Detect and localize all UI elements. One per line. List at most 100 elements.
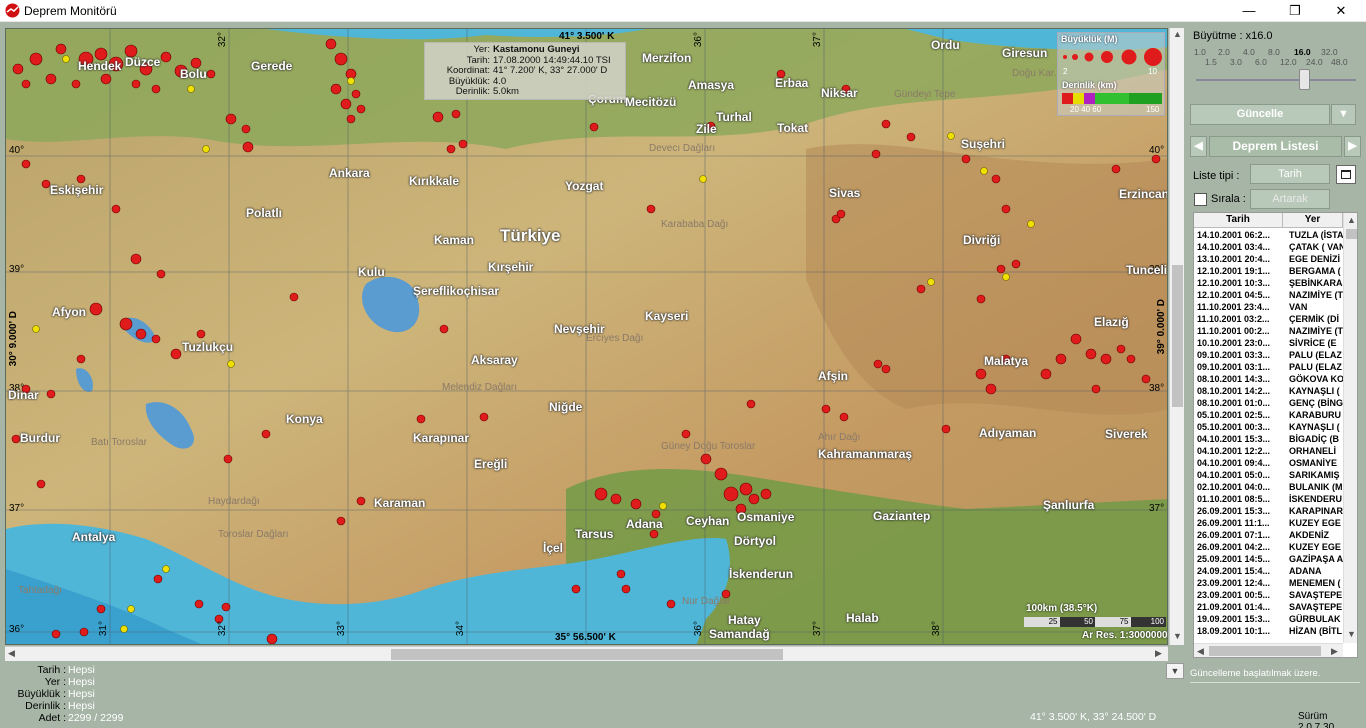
city-label: Giresun xyxy=(1002,46,1048,60)
list-item-place: EGE DENİZİ xyxy=(1289,254,1341,264)
terrain-label: Nur Dağlar xyxy=(682,596,731,607)
list-item[interactable]: 18.09.2001 10:1... HİZAN (BİTL xyxy=(1194,625,1343,637)
list-item[interactable]: 26.09.2001 07:1... AKDENİZ xyxy=(1194,529,1343,541)
lat-label: 40° xyxy=(9,145,25,156)
list-item[interactable]: 14.10.2001 03:4... ÇATAK ( VAN xyxy=(1194,241,1343,253)
close-button[interactable]: ✕ xyxy=(1318,0,1364,22)
sort-order-button[interactable]: Artarak xyxy=(1250,189,1330,209)
list-item[interactable]: 04.10.2001 15:3... BİGADİÇ (B xyxy=(1194,433,1343,445)
update-dropdown-button[interactable]: ▼ xyxy=(1331,104,1356,125)
column-header-date[interactable]: Tarih xyxy=(1194,213,1283,227)
list-item-place: ORHANELİ xyxy=(1289,446,1336,456)
list-item-place: TUZLA (İSTA xyxy=(1289,230,1343,240)
list-item[interactable]: 04.10.2001 12:2... ORHANELİ xyxy=(1194,445,1343,457)
earthquake-map[interactable]: 41° 3.500' K 35° 56.500' K 30° 9.000' D … xyxy=(5,28,1168,645)
list-type-button[interactable]: Tarih xyxy=(1250,164,1330,184)
window-title: Deprem Monitörü xyxy=(24,4,117,18)
city-label: Mecitözü xyxy=(625,95,677,109)
list-item-date: 25.09.2001 14:5... xyxy=(1197,554,1271,564)
list-item[interactable]: 25.09.2001 14:5... GAZİPAŞA A xyxy=(1194,553,1343,565)
zoom-slider-track[interactable] xyxy=(1196,79,1356,81)
scroll-thumb[interactable] xyxy=(1209,646,1321,656)
list-item[interactable]: 23.09.2001 12:4... MENEMEN ( xyxy=(1194,577,1343,589)
list-vertical-scrollbar[interactable]: ▲ ▼ xyxy=(1343,213,1357,643)
list-item[interactable]: 11.10.2001 00:2... NAZIMİYE (T xyxy=(1194,325,1343,337)
scroll-thumb[interactable] xyxy=(1172,265,1183,407)
scroll-left-icon[interactable]: ◀ xyxy=(1197,646,1204,657)
lon-label: 33° xyxy=(336,621,347,637)
scroll-down-icon[interactable]: ▼ xyxy=(1347,629,1356,639)
list-item-place: ŞEBİNKARA xyxy=(1289,278,1343,288)
list-item[interactable]: 11.10.2001 23:4... VAN xyxy=(1194,301,1343,313)
maximize-button[interactable]: ❐ xyxy=(1272,0,1318,22)
list-item[interactable]: 08.10.2001 14:2... KAYNAŞLI ( xyxy=(1194,385,1343,397)
list-item[interactable]: 12.10.2001 10:3... ŞEBİNKARA xyxy=(1194,277,1343,289)
city-label: Turhal xyxy=(716,110,752,124)
list-item[interactable]: 14.10.2001 06:2... TUZLA (İSTA xyxy=(1194,229,1343,241)
list-item[interactable]: 05.10.2001 00:3... KAYNAŞLI ( xyxy=(1194,421,1343,433)
city-label: Afşin xyxy=(818,369,848,383)
city-label: Karaman xyxy=(374,496,426,510)
update-button[interactable]: Güncelle xyxy=(1190,104,1330,125)
list-item-date: 11.10.2001 03:2... xyxy=(1197,314,1270,324)
column-header-place[interactable]: Yer xyxy=(1283,213,1343,227)
window-icon[interactable] xyxy=(1336,165,1356,184)
scroll-up-icon[interactable]: ▲ xyxy=(1347,215,1356,225)
list-item[interactable]: 23.09.2001 00:5... SAVAŞTEPE xyxy=(1194,589,1343,601)
list-item[interactable]: 02.10.2001 04:0... BULANIK (M xyxy=(1194,481,1343,493)
sort-checkbox[interactable] xyxy=(1194,193,1207,206)
lon-label: 37° xyxy=(812,621,823,637)
earthquake-list[interactable]: Tarih Yer 14.10.2001 06:2... TUZLA (İSTA 1… xyxy=(1193,212,1358,658)
tab-earthquake-list[interactable]: Deprem Listesi xyxy=(1209,136,1342,157)
city-label: Niksar xyxy=(821,86,858,100)
tab-prev-button[interactable]: ◀ xyxy=(1190,136,1207,157)
list-item[interactable]: 24.09.2001 15:4... ADANA xyxy=(1194,565,1343,577)
scroll-up-icon[interactable]: ▲ xyxy=(1173,29,1182,39)
list-item[interactable]: 26.09.2001 04:2... KUZEY EGE xyxy=(1194,541,1343,553)
filter-dropdown-button[interactable]: ▼ xyxy=(1166,663,1184,679)
scroll-down-icon[interactable]: ▼ xyxy=(1173,631,1182,641)
city-label: Merzifon xyxy=(642,51,692,65)
scroll-left-icon[interactable]: ◀ xyxy=(8,648,15,659)
list-item-place: KAYNAŞLI ( xyxy=(1289,386,1340,396)
list-item[interactable]: 13.10.2001 20:4... EGE DENİZİ xyxy=(1194,253,1343,265)
lat-label: 40° xyxy=(1149,145,1165,156)
city-label: Antalya xyxy=(72,530,116,544)
tab-next-button[interactable]: ▶ xyxy=(1344,136,1361,157)
zoom-tick-selected: 16.0 xyxy=(1294,47,1311,57)
list-item[interactable]: 04.10.2001 09:4... OSMANİYE xyxy=(1194,457,1343,469)
list-item[interactable]: 19.09.2001 15:3... GÜRBULAK xyxy=(1194,613,1343,625)
list-item[interactable]: 01.10.2001 08:5... İSKENDERU xyxy=(1194,493,1343,505)
list-item-place: KUZEY EGE xyxy=(1289,542,1341,552)
list-item[interactable]: 26.09.2001 15:3... KARAPINAR xyxy=(1194,505,1343,517)
list-item[interactable]: 11.10.2001 03:2... ÇERMİK (Dİ xyxy=(1194,313,1343,325)
scale-bar: 25 50 75 100 xyxy=(1024,617,1166,627)
map-horizontal-scrollbar[interactable]: ◀ ▶ xyxy=(5,646,1168,661)
magnitude-legend-max: 10 xyxy=(1148,67,1157,76)
minimize-button[interactable]: — xyxy=(1226,0,1272,22)
zoom-slider-thumb[interactable] xyxy=(1299,69,1310,90)
list-item[interactable]: 08.10.2001 14:3... GÖKOVA KO xyxy=(1194,373,1343,385)
filter-place-label: Yer : xyxy=(44,676,66,688)
list-item[interactable]: 09.10.2001 03:1... PALU (ELAZ xyxy=(1194,361,1343,373)
list-item[interactable]: 26.09.2001 11:1... KUZEY EGE xyxy=(1194,517,1343,529)
list-item[interactable]: 12.10.2001 04:5... NAZIMİYE (T xyxy=(1194,289,1343,301)
city-label: Yozgat xyxy=(565,179,604,193)
lon-label: 36° xyxy=(693,32,704,48)
scroll-thumb[interactable] xyxy=(391,649,783,660)
list-item[interactable]: 09.10.2001 03:3... PALU (ELAZ xyxy=(1194,349,1343,361)
scroll-thumb[interactable] xyxy=(1346,229,1357,239)
city-label: Elazığ xyxy=(1094,315,1129,329)
scroll-right-icon[interactable]: ▶ xyxy=(1155,648,1162,659)
list-item[interactable]: 08.10.2001 01:0... GENÇ (BİNG xyxy=(1194,397,1343,409)
list-horizontal-scrollbar[interactable]: ◀ ▶ xyxy=(1194,643,1343,657)
lon-label: 36° xyxy=(693,621,704,637)
list-item[interactable]: 05.10.2001 02:5... KARABURU xyxy=(1194,409,1343,421)
list-item[interactable]: 21.09.2001 01:4... SAVAŞTEPE xyxy=(1194,601,1343,613)
list-item-place: ÇATAK ( VAN xyxy=(1289,242,1343,252)
list-item[interactable]: 10.10.2001 23:0... SİVRİCE (E xyxy=(1194,337,1343,349)
list-item[interactable]: 04.10.2001 05:0... SARIKAMIŞ xyxy=(1194,469,1343,481)
scroll-right-icon[interactable]: ▶ xyxy=(1331,646,1338,657)
list-item[interactable]: 12.10.2001 19:1... BERGAMA ( xyxy=(1194,265,1343,277)
map-vertical-scrollbar[interactable]: ▲ ▼ xyxy=(1169,28,1184,645)
